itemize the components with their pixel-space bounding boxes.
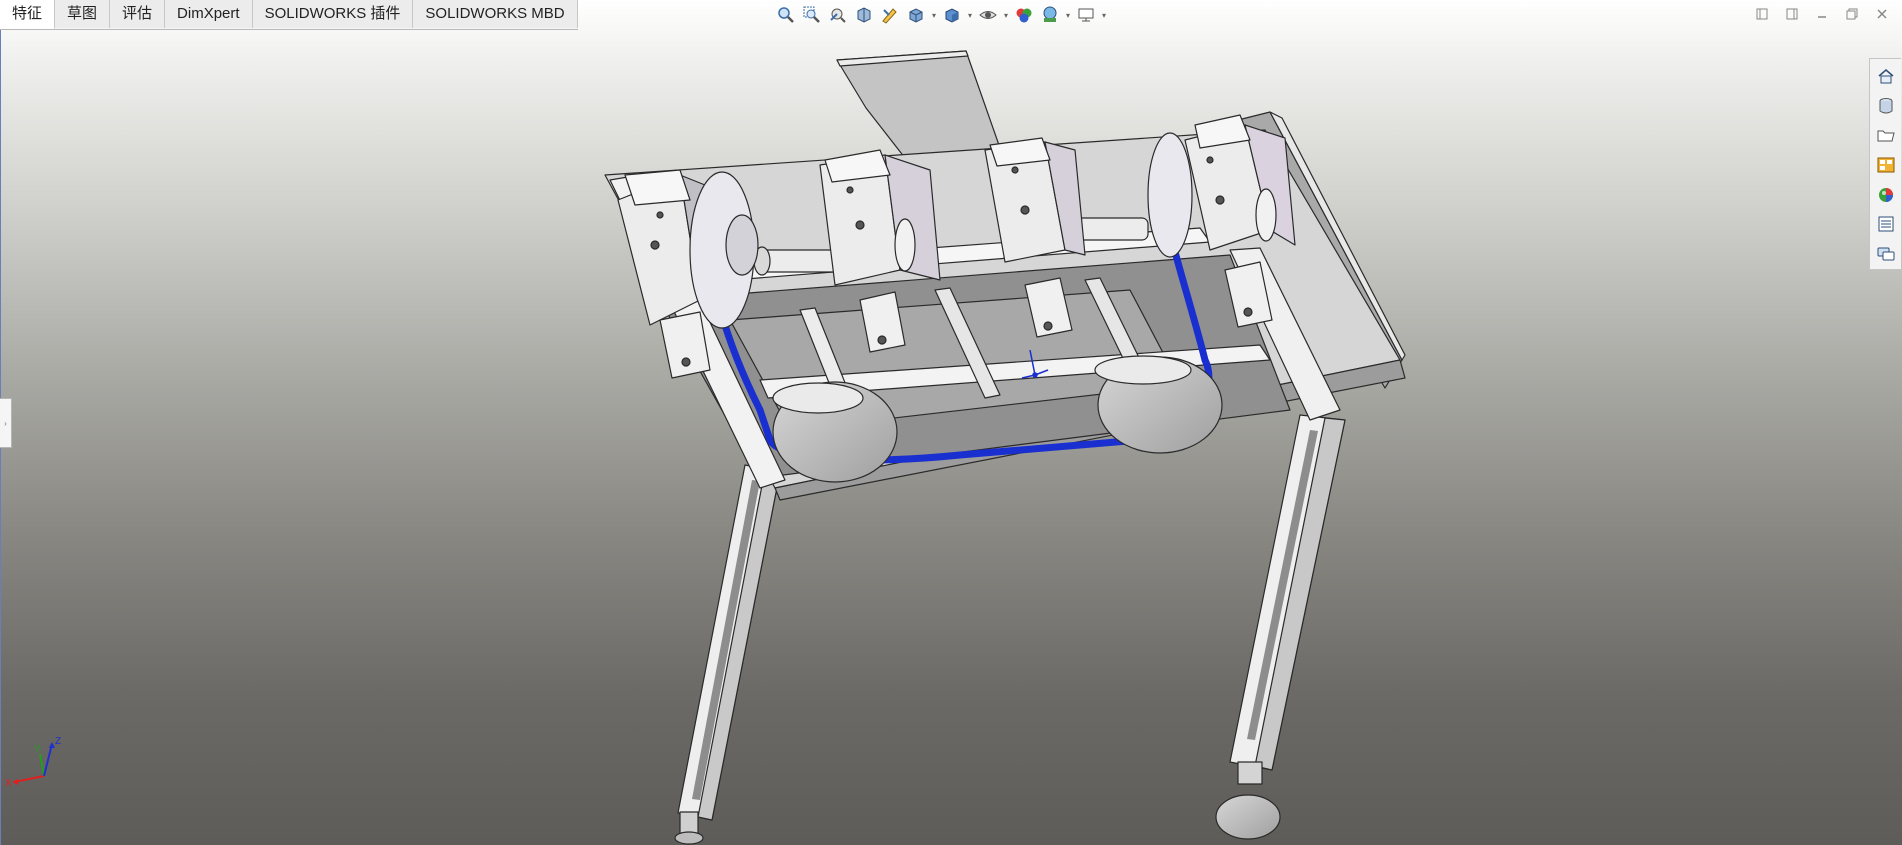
view-orientation-icon[interactable] [904,4,928,26]
design-library-icon[interactable] [1872,92,1900,120]
tab-solidworks-addins[interactable]: SOLIDWORKS 插件 [252,0,414,28]
chevron-down-icon[interactable]: ▾ [930,11,938,20]
chevron-down-icon[interactable]: ▾ [966,11,974,20]
command-manager-tabs: 特征 草图 评估 DimXpert SOLIDWORKS 插件 SOLIDWOR… [0,0,578,30]
tile-pane-icon[interactable] [1780,4,1804,24]
graphics-area[interactable] [0,0,1902,845]
view-settings-icon[interactable] [1074,4,1098,26]
left-leg [674,464,781,845]
zoom-to-fit-icon[interactable] [774,4,798,26]
tab-solidworks-mbd[interactable]: SOLIDWORKS MBD [413,0,578,28]
tab-sketch[interactable]: 草图 [55,0,111,28]
hide-show-items-icon[interactable] [976,4,1000,26]
view-palette-icon[interactable] [1872,151,1900,179]
forum-icon[interactable] [1872,240,1900,268]
triad-y-axis [39,753,45,777]
display-style-icon[interactable] [940,4,964,26]
section-view-icon[interactable] [852,4,876,26]
window-controls [1750,4,1894,24]
dynamic-annotation-icon[interactable] [878,4,902,26]
triad-x-label: X [5,778,12,789]
task-pane [1869,58,1901,270]
triad-z-label: Z [55,736,61,747]
feature-manager-flyout-handle[interactable]: › [0,398,12,448]
restore-pane-icon[interactable] [1750,4,1774,24]
zoom-to-area-icon[interactable] [800,4,824,26]
apply-scene-icon[interactable] [1038,4,1062,26]
minimize-icon[interactable] [1810,4,1834,24]
restore-icon[interactable] [1840,4,1864,24]
home-icon[interactable] [1872,62,1900,90]
triad-x-axis [13,775,45,783]
triad-z-axis [43,743,53,777]
chevron-right-icon: › [4,418,7,428]
chevron-down-icon[interactable]: ▾ [1100,11,1108,20]
close-icon[interactable] [1870,4,1894,24]
previous-view-icon[interactable] [826,4,850,26]
custom-properties-icon[interactable] [1872,211,1900,239]
heads-up-view-toolbar: ▾ ▾ ▾ ▾ ▾ [774,3,1108,27]
right-leg [1215,414,1346,840]
appearances-icon[interactable] [1872,181,1900,209]
tab-dimxpert[interactable]: DimXpert [165,0,253,28]
triad-x-arrow [12,779,18,785]
reference-triad: Z Y X [5,736,61,789]
triad-y-label: Y [34,744,41,755]
model-assembly[interactable] [604,50,1406,845]
file-explorer-icon[interactable] [1872,121,1900,149]
chevron-down-icon[interactable]: ▾ [1064,11,1072,20]
edit-appearance-icon[interactable] [1012,4,1036,26]
tab-features[interactable]: 特征 [0,0,56,29]
chevron-down-icon[interactable]: ▾ [1002,11,1010,20]
tab-evaluate[interactable]: 评估 [110,0,166,28]
